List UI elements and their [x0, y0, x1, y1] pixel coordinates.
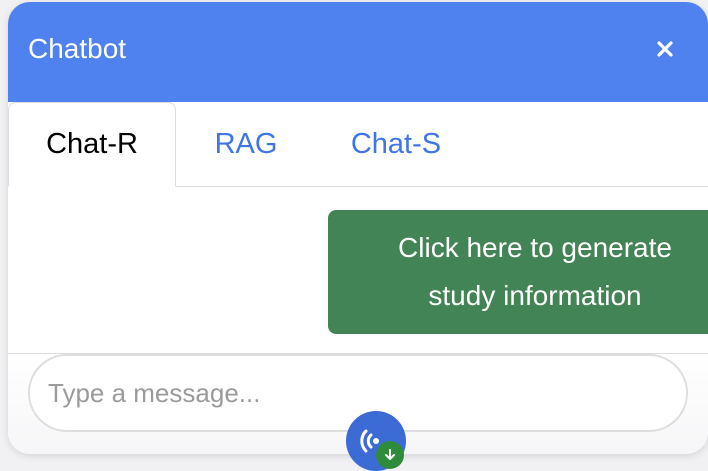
- download-arrow-icon: [385, 449, 395, 460]
- generate-study-info-button[interactable]: Click here to generate study information: [328, 210, 708, 334]
- bubble-text: Click here to generate study information: [398, 224, 672, 320]
- close-icon: [657, 41, 673, 57]
- close-button[interactable]: [650, 32, 680, 66]
- download-badge: [376, 441, 404, 469]
- bubble-line-1: Click here to generate: [398, 232, 672, 263]
- tab-bar: Chat-R RAG Chat-S: [8, 102, 708, 187]
- chatbot-window: Chatbot Chat-R RAG Chat-S Click here to …: [8, 2, 708, 454]
- tab-label: Chat-S: [350, 127, 442, 160]
- chat-header: Chatbot: [8, 2, 708, 102]
- tab-chat-s[interactable]: Chat-S: [326, 102, 466, 186]
- assistant-launcher-button[interactable]: [346, 411, 406, 471]
- message-area: Click here to generate study information: [8, 187, 708, 354]
- tab-label: RAG: [214, 127, 278, 160]
- tab-chat-r[interactable]: Chat-R: [8, 102, 176, 187]
- tab-rag[interactable]: RAG: [176, 102, 316, 186]
- chat-title: Chatbot: [28, 33, 127, 64]
- tab-label: Chat-R: [46, 128, 138, 160]
- bubble-line-2: study information: [428, 280, 642, 311]
